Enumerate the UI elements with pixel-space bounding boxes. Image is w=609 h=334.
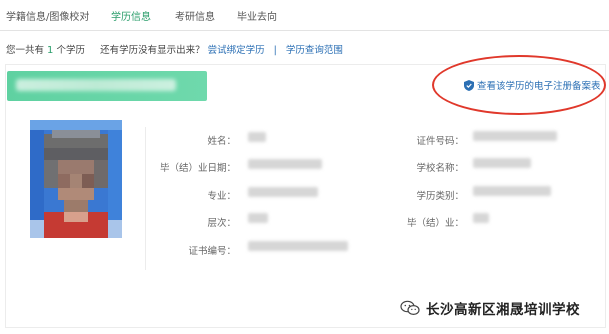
tab-student-status[interactable]: 学籍信息/图像校对 bbox=[6, 8, 89, 23]
summary-suffix: 个学历 bbox=[56, 45, 85, 56]
field-label-certificate-no: 证书编号： bbox=[188, 246, 236, 257]
field-label-grad-date: 毕（结）业日期： bbox=[159, 163, 236, 174]
field-value-id-number-redacted bbox=[473, 131, 557, 141]
summary-line: 您一共有 1 个学历 还有学历没有显示出来？ 尝试绑定学历 | 学历查询范围 bbox=[6, 42, 343, 56]
shield-icon bbox=[464, 79, 474, 91]
query-scope-link[interactable]: 学历查询范围 bbox=[286, 45, 343, 56]
view-registration-form-label: 查看该学历的电子注册备案表 bbox=[477, 81, 601, 92]
field-label-major: 专业： bbox=[207, 191, 236, 202]
field-label-level: 层次： bbox=[207, 218, 236, 229]
wechat-watermark: 长沙高新区湘晟培训学校 bbox=[400, 298, 580, 318]
tab-postgrad-info[interactable]: 考研信息 bbox=[175, 8, 215, 23]
field-label-grad-status: 毕（结）业： bbox=[406, 218, 464, 229]
field-value-name-redacted bbox=[248, 132, 266, 142]
field-value-major-redacted bbox=[248, 187, 318, 197]
school-name-redacted bbox=[16, 79, 176, 91]
field-value-school-name-redacted bbox=[473, 158, 531, 168]
student-photo-pixelated bbox=[30, 120, 122, 238]
tab-bar bbox=[0, 0, 609, 31]
field-label-degree-category: 学历类别： bbox=[416, 191, 464, 202]
field-value-grad-date-redacted bbox=[248, 159, 322, 169]
field-label-name: 姓名： bbox=[207, 136, 236, 147]
field-label-school-name: 学校名称： bbox=[416, 163, 464, 174]
field-value-grad-status-redacted bbox=[473, 213, 489, 223]
field-value-level-redacted bbox=[248, 213, 268, 223]
tab-graduation-destination[interactable]: 毕业去向 bbox=[237, 8, 277, 23]
wechat-icon bbox=[400, 300, 420, 316]
field-label-id-number: 证件号码： bbox=[416, 136, 464, 147]
tab-degree-info[interactable]: 学历信息 bbox=[111, 8, 151, 23]
view-registration-form-link[interactable]: 查看该学历的电子注册备案表 bbox=[464, 78, 601, 92]
degree-count: 1 bbox=[47, 45, 54, 56]
missing-question: 还有学历没有显示出来？ bbox=[100, 45, 205, 56]
summary-prefix: 您一共有 bbox=[6, 45, 45, 56]
vertical-divider bbox=[145, 127, 146, 270]
field-value-certificate-no-redacted bbox=[248, 241, 348, 251]
bind-degree-link[interactable]: 尝试绑定学历 bbox=[208, 45, 265, 56]
link-separator: | bbox=[273, 45, 277, 56]
watermark-text: 长沙高新区湘晟培训学校 bbox=[426, 302, 580, 318]
field-value-degree-category-redacted bbox=[473, 186, 551, 196]
